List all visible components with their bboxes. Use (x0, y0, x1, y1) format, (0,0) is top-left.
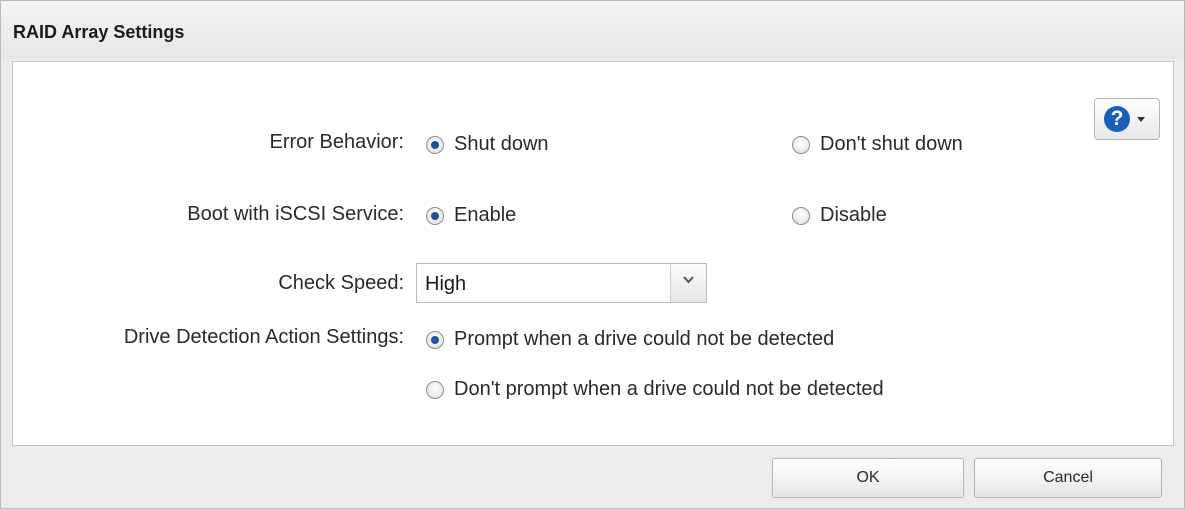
drive-detection-dont-prompt-label: Don't prompt when a drive could not be d… (454, 378, 884, 400)
drive-detection-dont-prompt-radio[interactable]: Don't prompt when a drive could not be d… (426, 378, 884, 401)
boot-iscsi-enable-radio[interactable]: Enable (426, 204, 516, 227)
boot-iscsi-label: Boot with iSCSI Service: (187, 203, 404, 225)
check-speed-value: High (425, 273, 467, 295)
error-behavior-dont-shutdown-radio[interactable]: Don't shut down (792, 133, 963, 156)
error-behavior-dont-shutdown-label: Don't shut down (820, 133, 963, 155)
drive-detection-prompt-radio[interactable]: Prompt when a drive could not be detecte… (426, 328, 834, 351)
raid-settings-dialog: RAID Array Settings ? Error Behavior: Sh… (0, 0, 1185, 509)
boot-iscsi-enable-label: Enable (454, 204, 517, 226)
help-question-icon: ? (1104, 106, 1130, 132)
drive-detection-prompt-label: Prompt when a drive could not be detecte… (454, 328, 835, 350)
radio-unchecked-icon (792, 206, 810, 225)
error-behavior-label: Error Behavior: (269, 131, 405, 153)
dialog-title-bar: RAID Array Settings (1, 1, 1184, 59)
ok-button[interactable]: OK (772, 458, 964, 498)
check-speed-select[interactable]: High (416, 263, 707, 303)
boot-iscsi-disable-radio[interactable]: Disable (792, 204, 887, 227)
radio-checked-icon (426, 330, 444, 349)
help-button[interactable]: ? (1094, 98, 1160, 140)
radio-checked-icon (426, 206, 444, 225)
boot-iscsi-disable-label: Disable (820, 204, 887, 226)
radio-unchecked-icon (426, 380, 444, 399)
cancel-button[interactable]: Cancel (974, 458, 1162, 498)
error-behavior-shutdown-radio[interactable]: Shut down (426, 133, 549, 156)
radio-unchecked-icon (792, 135, 810, 154)
caret-down-icon (1137, 117, 1145, 122)
drive-detection-label: Drive Detection Action Settings: (123, 326, 404, 348)
chevron-down-icon[interactable] (670, 264, 706, 302)
dialog-title: RAID Array Settings (13, 22, 185, 42)
radio-checked-icon (426, 135, 444, 154)
check-speed-label: Check Speed: (278, 272, 404, 294)
error-behavior-shutdown-label: Shut down (454, 133, 549, 155)
